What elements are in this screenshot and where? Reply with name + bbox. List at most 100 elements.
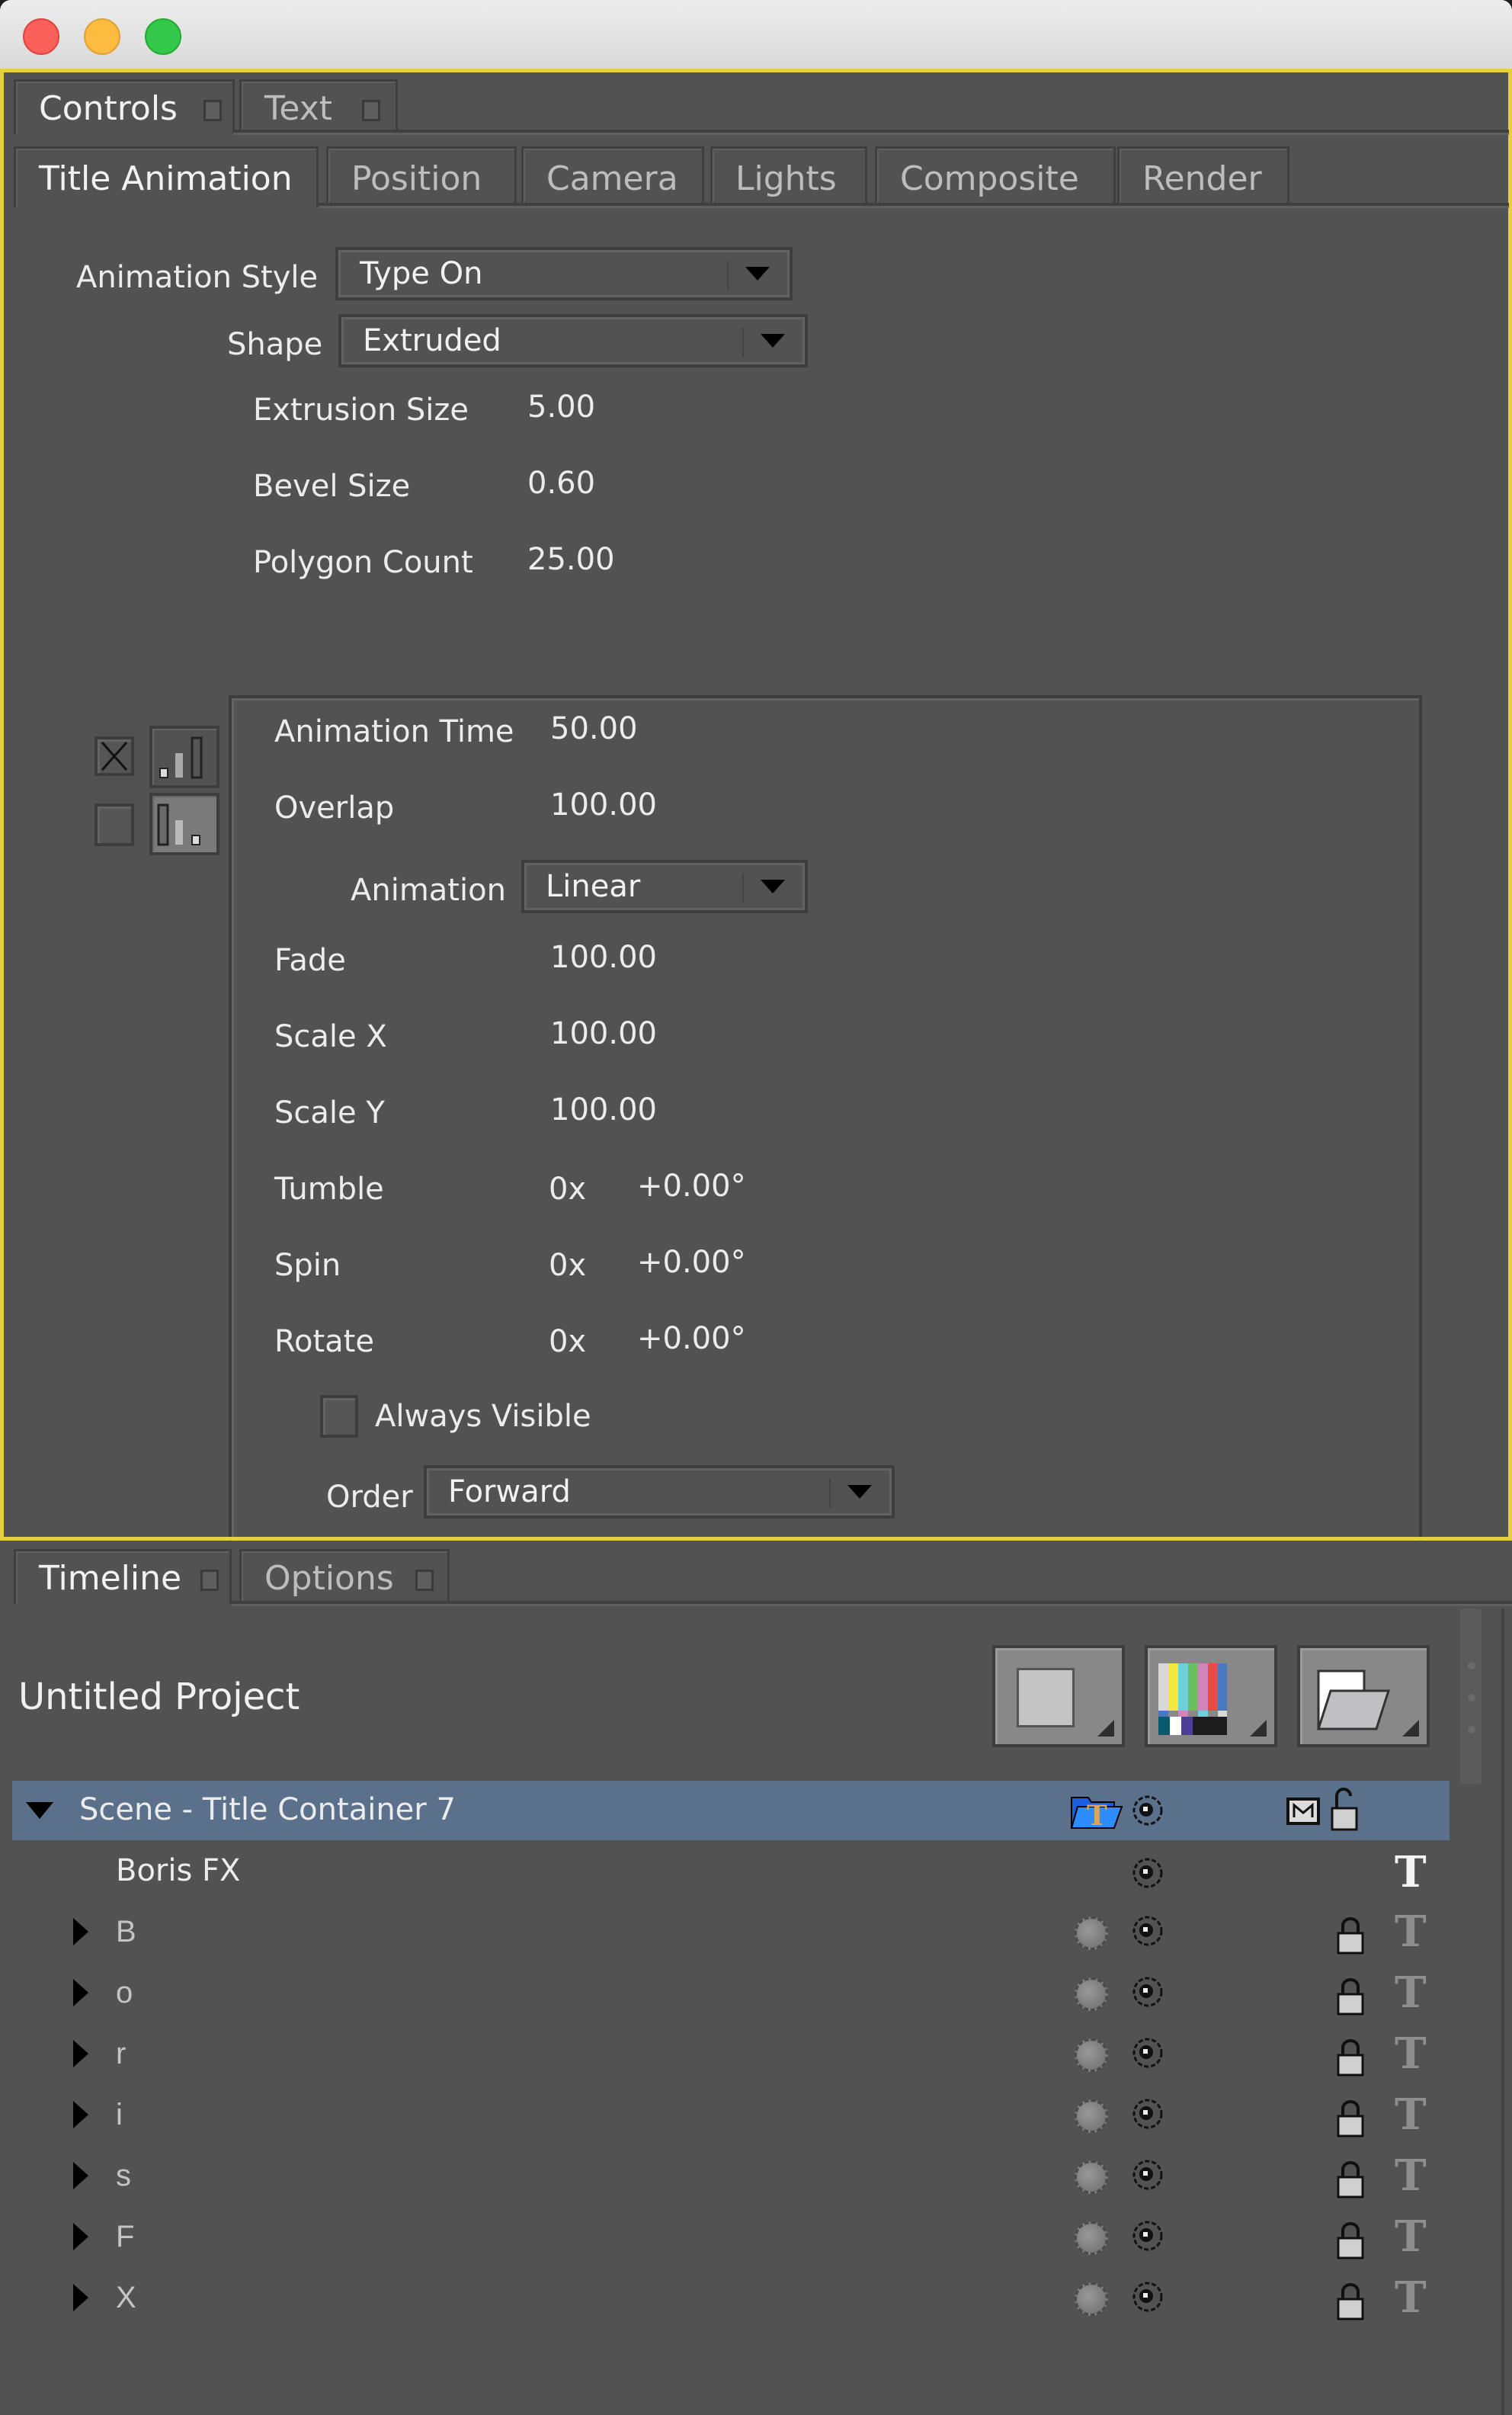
tree-row-text-layer[interactable]: Boris FX T [12,1842,1450,1901]
tab-camera[interactable]: Camera [521,146,704,207]
eye-icon[interactable] [1131,1974,1164,2009]
tab-row-divider [232,1601,1512,1606]
spin-degrees-value[interactable]: +0.00° [637,1244,746,1281]
lock-icon[interactable] [1335,1977,1366,2017]
rotate-turns-value[interactable]: 0x [549,1323,586,1360]
color-bars-icon [1158,1663,1227,1735]
expand-triangle-icon[interactable] [73,2284,88,2311]
enable-checkbox-unchecked[interactable] [94,803,134,846]
shape-dropdown[interactable]: Extruded [338,314,808,367]
svg-text:T: T [1087,1800,1107,1831]
motion-path-dot-icon[interactable] [1075,2160,1108,2194]
minimize-window-button[interactable] [84,18,120,55]
tab-menu-icon[interactable] [362,100,380,121]
tree-row-scene[interactable]: Scene - Title Container 7 T [12,1781,1450,1840]
expand-triangle-icon[interactable] [73,2101,88,2128]
bevel-size-value[interactable]: 0.60 [527,465,595,502]
tab-render[interactable]: Render [1117,146,1289,207]
text-type-icon: T [1395,2029,1427,2079]
tab-menu-icon[interactable] [415,1570,434,1591]
tumble-turns-value[interactable]: 0x [549,1171,586,1208]
expand-triangle-icon[interactable] [73,2162,88,2189]
panel-divider [0,1537,1512,1541]
lock-icon[interactable] [1335,1916,1366,1956]
color-bars-button[interactable] [1145,1645,1277,1747]
eye-icon[interactable] [1131,1913,1164,1948]
expand-triangle-icon[interactable] [73,1918,88,1945]
timeline-scrollbar[interactable] [1460,1608,1482,1784]
ascending-bars-button[interactable] [149,726,219,788]
text-type-icon: T [1395,1907,1427,1957]
tree-row-letter[interactable]: oT [12,1964,1450,2023]
tree-row-letter[interactable]: iT [12,2086,1450,2145]
tab-text[interactable]: Text [239,79,398,134]
eye-icon[interactable] [1131,1855,1164,1891]
expand-triangle-icon[interactable] [73,2040,88,2067]
eye-icon[interactable] [1131,2279,1164,2314]
eye-icon[interactable] [1131,2218,1164,2253]
open-folder-button[interactable] [1297,1645,1430,1747]
eye-icon[interactable] [1131,1793,1164,1828]
tumble-degrees-value[interactable]: +0.00° [637,1168,746,1204]
scale-y-value[interactable]: 100.00 [550,1092,657,1128]
motion-path-dot-icon[interactable] [1075,2221,1108,2255]
tab-menu-icon[interactable] [200,1570,219,1591]
zoom-window-button[interactable] [145,18,181,55]
animation-time-value[interactable]: 50.00 [550,710,638,747]
tab-position[interactable]: Position [326,146,517,207]
dropdown-separator [727,261,729,290]
folder-icon [1316,1669,1391,1730]
tree-row-letter[interactable]: BT [12,1903,1450,1962]
motion-path-dot-icon[interactable] [1075,1977,1108,2011]
lock-icon[interactable] [1335,2221,1366,2261]
enable-checkbox-checked[interactable] [94,736,134,776]
motion-path-dot-icon[interactable] [1075,2038,1108,2072]
eye-icon[interactable] [1131,2157,1164,2192]
lock-icon[interactable] [1335,2160,1366,2200]
lock-icon[interactable] [1335,2038,1366,2078]
tree-row-letter[interactable]: FT [12,2208,1450,2267]
polygon-count-value[interactable]: 25.00 [527,541,615,578]
close-window-button[interactable] [23,18,59,55]
eye-icon[interactable] [1131,2096,1164,2131]
animation-style-dropdown[interactable]: Type On [335,247,793,300]
dropdown-separator [742,328,744,357]
tab-options[interactable]: Options [239,1549,450,1604]
extrusion-size-value[interactable]: 5.00 [527,389,595,425]
overlap-value[interactable]: 100.00 [550,787,657,823]
tree-row-letter[interactable]: XT [12,2269,1450,2328]
letter-label: r [116,2037,127,2070]
tree-row-letter[interactable]: sT [12,2147,1450,2206]
order-dropdown[interactable]: Forward [424,1465,895,1519]
fade-value[interactable]: 100.00 [550,939,657,976]
motion-path-dot-icon[interactable] [1075,2099,1108,2133]
descending-bars-button[interactable] [149,793,219,855]
motion-path-dot-icon[interactable] [1075,1916,1108,1950]
expand-triangle-icon[interactable] [73,1979,88,2006]
panel-focus-border-right [1508,69,1512,1540]
tab-menu-icon[interactable] [203,100,222,121]
lock-icon[interactable] [1335,2282,1366,2322]
new-layer-button[interactable] [992,1645,1125,1747]
rotate-degrees-value[interactable]: +0.00° [637,1320,746,1357]
expand-triangle-icon[interactable] [73,2223,88,2250]
tree-row-letter[interactable]: rT [12,2025,1450,2084]
tab-lights[interactable]: Lights [710,146,867,207]
scale-x-value[interactable]: 100.00 [550,1015,657,1052]
collapse-triangle-icon[interactable] [26,1802,53,1819]
tab-text-label: Text [264,89,332,128]
always-visible-checkbox[interactable] [320,1395,358,1438]
eye-icon[interactable] [1131,2035,1164,2070]
tab-title-animation[interactable]: Title Animation [14,146,319,207]
tab-controls[interactable]: Controls [14,79,235,134]
lock-icon[interactable] [1335,2099,1366,2139]
motion-path-dot-icon[interactable] [1075,2282,1108,2316]
text-layer-label: Boris FX [116,1853,241,1888]
spin-turns-value[interactable]: 0x [549,1247,586,1284]
tab-composite[interactable]: Composite [875,146,1116,207]
polygon-count-label: Polygon Count [253,545,473,580]
animation-dropdown[interactable]: Linear [521,860,808,913]
mask-icon[interactable] [1286,1798,1320,1825]
unlock-icon[interactable] [1329,1787,1360,1833]
tab-timeline[interactable]: Timeline [14,1549,232,1604]
